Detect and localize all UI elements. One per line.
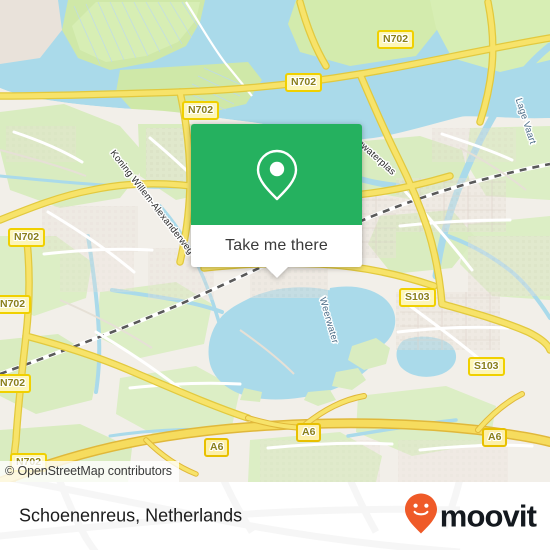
popup-header bbox=[191, 124, 362, 225]
road-shield-a6[interactable]: A6 bbox=[296, 423, 322, 442]
take-me-there-popup[interactable]: Take me there bbox=[191, 124, 362, 278]
popup-action-bar[interactable]: Take me there bbox=[191, 225, 362, 267]
moovit-pin-smiley-icon bbox=[404, 493, 438, 540]
screenshot-root: Koning Willem-Alexanderweg Hoogwaterplas… bbox=[0, 0, 550, 550]
footer-bar: Schoenenreus, Netherlands moovit bbox=[0, 482, 550, 550]
take-me-there-label: Take me there bbox=[225, 237, 328, 254]
moovit-wordmark: moovit bbox=[439, 498, 537, 534]
road-shield-s103[interactable]: S103 bbox=[468, 357, 505, 376]
popup-tail bbox=[264, 266, 289, 278]
road-shield-a6[interactable]: A6 bbox=[204, 438, 230, 457]
road-shield-n702[interactable]: N702 bbox=[0, 374, 32, 393]
road-shield-n702[interactable]: N702 bbox=[377, 30, 415, 49]
map-canvas[interactable]: Koning Willem-Alexanderweg Hoogwaterplas… bbox=[0, 0, 550, 482]
road-shield-a6[interactable]: A6 bbox=[482, 428, 508, 447]
road-shield-s103[interactable]: S103 bbox=[399, 288, 436, 307]
map-pin-icon bbox=[254, 148, 300, 202]
road-shield-n702[interactable]: N702 bbox=[8, 228, 46, 247]
road-shield-n702[interactable]: N702 bbox=[182, 101, 220, 120]
road-shield-n702[interactable]: N702 bbox=[0, 295, 32, 314]
osm-attribution[interactable]: © OpenStreetMap contributors bbox=[0, 461, 179, 482]
moovit-brand[interactable]: moovit bbox=[404, 493, 537, 540]
place-title: Schoenenreus, Netherlands bbox=[19, 505, 243, 526]
road-shield-n702[interactable]: N702 bbox=[285, 73, 323, 92]
